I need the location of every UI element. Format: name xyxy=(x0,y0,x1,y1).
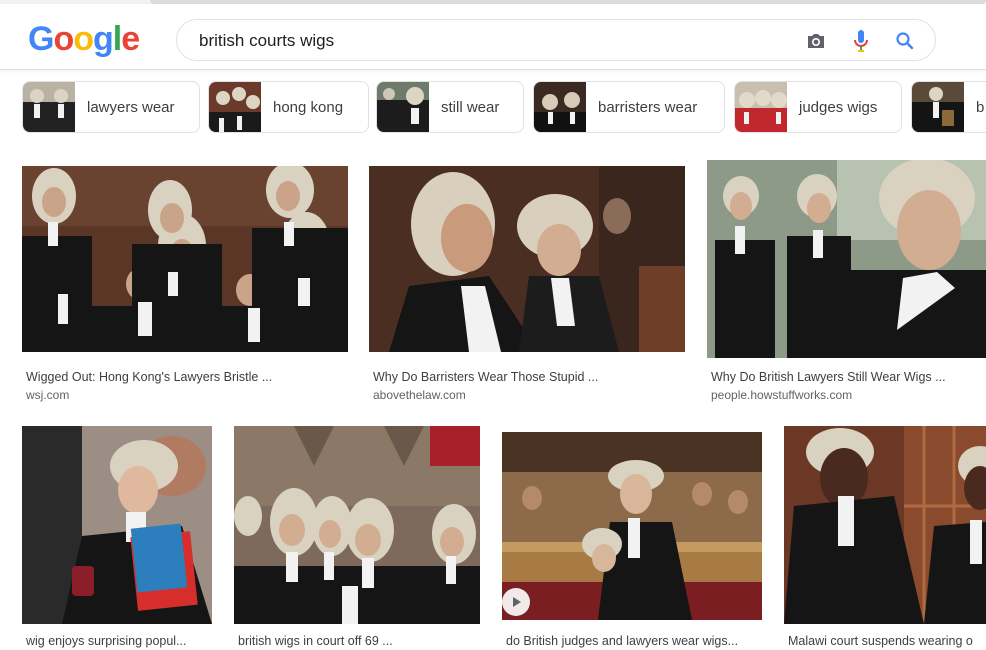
image-result[interactable]: Why Do Barristers Wear Those Stupid ... … xyxy=(369,166,685,406)
image-result[interactable]: do British judges and lawyers wear wigs.… xyxy=(502,432,762,650)
result-image[interactable] xyxy=(784,426,986,624)
search-box[interactable] xyxy=(176,19,936,61)
microphone-icon[interactable] xyxy=(849,29,873,53)
chip-still-wear[interactable]: still wear xyxy=(376,81,524,133)
logo-letter: g xyxy=(93,20,114,58)
chip-judges-wigs[interactable]: judges wigs xyxy=(734,81,902,133)
image-result[interactable]: Malawi court suspends wearing o xyxy=(784,426,986,650)
result-image[interactable] xyxy=(502,432,762,620)
result-title[interactable]: do British judges and lawyers wear wigs.… xyxy=(506,634,762,648)
result-image[interactable] xyxy=(22,426,212,624)
chip-thumbnail xyxy=(23,82,75,132)
result-title[interactable]: Why Do British Lawyers Still Wear Wigs .… xyxy=(711,370,981,384)
chip-barristers-wear[interactable]: barristers wear xyxy=(533,81,725,133)
logo-letter: l xyxy=(112,20,123,58)
chip-label: lawyers wear xyxy=(87,98,175,116)
result-title[interactable]: Why Do Barristers Wear Those Stupid ... xyxy=(373,370,683,384)
camera-icon[interactable] xyxy=(804,29,828,53)
result-image[interactable] xyxy=(22,166,348,352)
chip-label: still wear xyxy=(441,98,500,116)
related-chips-bar: lawyers wear hong kong still wear barris… xyxy=(0,81,986,133)
chip-label: b xyxy=(976,98,985,116)
chip-thumbnail xyxy=(209,82,261,132)
result-source[interactable]: abovethelaw.com xyxy=(373,388,466,402)
result-image[interactable] xyxy=(707,160,986,358)
result-title[interactable]: british wigs in court off 69 ... xyxy=(238,634,478,648)
logo-letter: o xyxy=(53,20,74,58)
image-result[interactable]: Wigged Out: Hong Kong's Lawyers Bristle … xyxy=(22,166,348,406)
chip-label: judges wigs xyxy=(799,98,878,116)
chip-hong-kong[interactable]: hong kong xyxy=(208,81,369,133)
google-logo[interactable]: Google xyxy=(28,20,140,59)
chip-thumbnail xyxy=(735,82,787,132)
play-icon[interactable] xyxy=(502,588,530,616)
search-icon[interactable] xyxy=(893,29,917,53)
search-header: Google xyxy=(0,4,986,70)
search-input[interactable] xyxy=(199,29,759,53)
chip-thumbnail xyxy=(912,82,964,132)
result-title[interactable]: Malawi court suspends wearing o xyxy=(788,634,986,648)
image-result[interactable]: wig enjoys surprising popul... xyxy=(22,426,212,650)
result-source[interactable]: people.howstuffworks.com xyxy=(711,388,852,402)
chip-thumbnail xyxy=(534,82,586,132)
chip-partial[interactable]: b xyxy=(911,81,986,133)
image-result[interactable]: Why Do British Lawyers Still Wear Wigs .… xyxy=(707,160,986,406)
result-title[interactable]: wig enjoys surprising popul... xyxy=(26,634,212,648)
result-title[interactable]: Wigged Out: Hong Kong's Lawyers Bristle … xyxy=(26,370,344,384)
image-result[interactable]: british wigs in court off 69 ... xyxy=(234,426,480,650)
result-source[interactable]: wsj.com xyxy=(26,388,69,402)
chip-label: barristers wear xyxy=(598,98,698,116)
chip-label: hong kong xyxy=(273,98,344,116)
logo-letter: G xyxy=(28,20,54,58)
logo-letter: e xyxy=(121,20,140,58)
result-image[interactable] xyxy=(234,426,480,624)
result-image[interactable] xyxy=(369,166,685,352)
chip-thumbnail xyxy=(377,82,429,132)
logo-letter: o xyxy=(73,20,94,58)
chip-lawyers-wear[interactable]: lawyers wear xyxy=(22,81,200,133)
